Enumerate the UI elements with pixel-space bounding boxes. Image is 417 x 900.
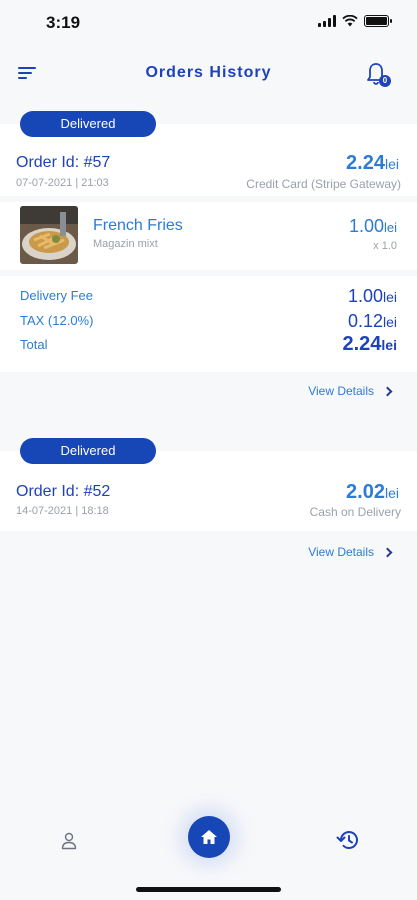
view-details-link[interactable]: View Details — [308, 384, 393, 398]
history-tab[interactable] — [335, 828, 361, 852]
order-item[interactable]: French Fries Magazin mixt 1.00lei x 1.0 — [0, 202, 417, 270]
item-price-value: 1.00 — [348, 216, 384, 236]
item-quantity: x 1.0 — [373, 240, 397, 252]
home-tab[interactable] — [188, 816, 230, 858]
total-value: 2.24lei — [342, 333, 397, 356]
view-details-label: View Details — [308, 384, 374, 398]
history-icon — [336, 831, 358, 849]
battery-icon — [364, 15, 392, 27]
person-icon — [61, 832, 77, 850]
order-id: Order Id: #57 — [16, 154, 111, 171]
item-price: 1.00lei — [349, 216, 397, 237]
status-badge: Delivered — [20, 111, 156, 137]
food-image — [20, 206, 78, 264]
page-title: Orders History — [145, 64, 272, 81]
order-amount: 2.02lei — [346, 481, 399, 504]
view-details-link[interactable]: View Details — [308, 545, 393, 559]
status-time: 3:19 — [46, 13, 81, 32]
payment-method: Credit Card (Stripe Gateway) — [246, 177, 401, 191]
order-amount-value: 2.02 — [346, 481, 385, 503]
home-icon — [201, 830, 217, 844]
profile-tab[interactable] — [61, 832, 77, 850]
delivery-fee-currency: lei — [382, 289, 397, 305]
chevron-right-icon — [382, 547, 393, 557]
order-summary: Delivery Fee 1.00lei TAX (12.0%) 0.12lei… — [0, 276, 417, 372]
order-amount-currency: lei — [384, 485, 399, 501]
view-details-label: View Details — [308, 545, 374, 559]
order-date: 14-07-2021 | 18:18 — [16, 505, 109, 517]
wifi-icon — [342, 15, 358, 27]
total-currency: lei — [381, 337, 397, 353]
tax-value: 0.12lei — [348, 311, 397, 332]
notifications-button[interactable]: 0 — [365, 62, 391, 87]
order-amount-value: 2.24 — [346, 152, 385, 174]
order-id: Order Id: #52 — [16, 483, 111, 500]
order-amount-currency: lei — [384, 156, 399, 172]
delivery-fee-label: Delivery Fee — [20, 288, 93, 303]
item-name: French Fries — [93, 217, 183, 234]
delivery-fee-amount: 1.00 — [347, 286, 383, 306]
total-label: Total — [20, 337, 48, 352]
delivery-fee-value: 1.00lei — [348, 286, 397, 307]
cellular-signal-icon — [318, 15, 336, 27]
home-indicator — [136, 887, 281, 892]
item-price-currency: lei — [383, 220, 397, 235]
order-date: 07-07-2021 | 21:03 — [16, 177, 109, 189]
status-icons — [318, 15, 392, 27]
status-badge: Delivered — [20, 438, 156, 464]
tax-amount: 0.12 — [347, 311, 383, 331]
chevron-right-icon — [382, 386, 393, 396]
payment-method: Cash on Delivery — [309, 505, 401, 519]
bottom-navigation — [0, 800, 417, 900]
app-header: Orders History 0 — [0, 56, 417, 92]
total-amount: 2.24 — [342, 333, 382, 355]
status-bar: 3:19 — [0, 0, 417, 44]
tax-currency: lei — [382, 314, 397, 330]
item-shop: Magazin mixt — [93, 238, 158, 250]
order-amount: 2.24lei — [346, 152, 399, 175]
tax-label: TAX (12.0%) — [20, 313, 94, 328]
notification-count-badge: 0 — [379, 75, 391, 87]
